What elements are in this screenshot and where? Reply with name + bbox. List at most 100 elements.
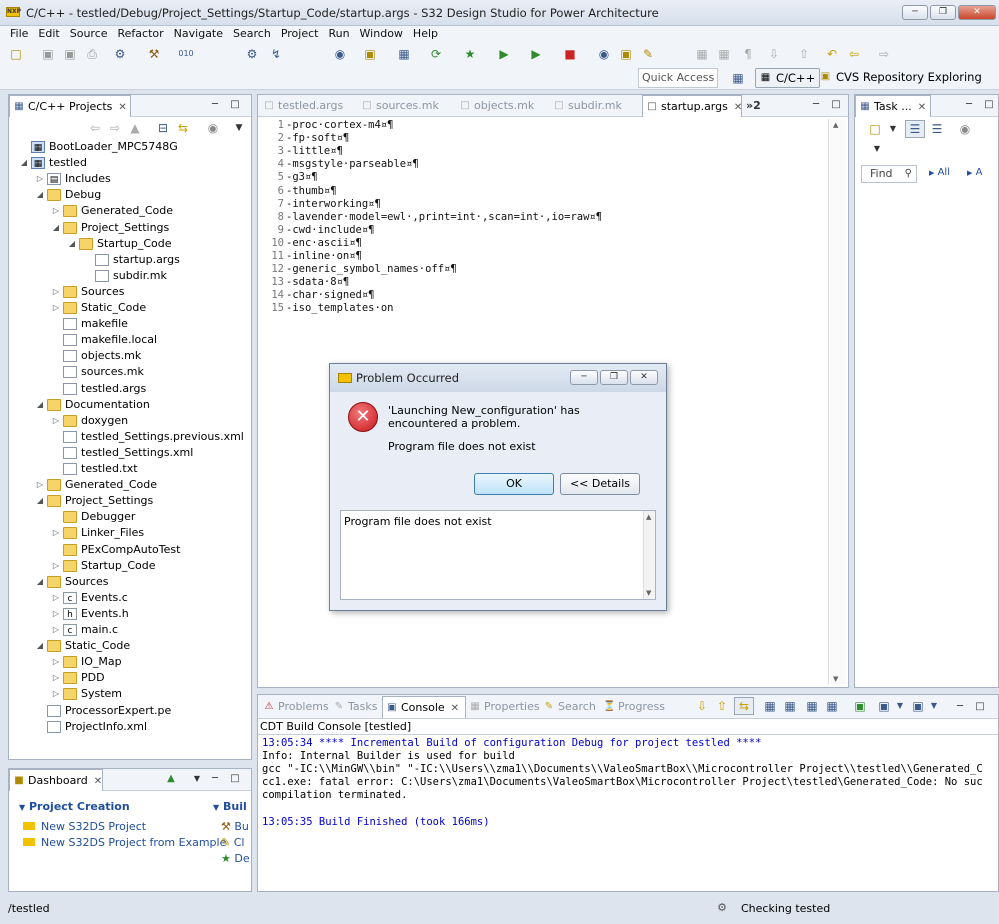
show-whitespace-icon[interactable]: ¶ xyxy=(740,46,756,62)
save-icon[interactable]: ▣ xyxy=(40,46,56,62)
collapsed-arrow-icon[interactable]: ▷ xyxy=(51,413,61,429)
tab-search[interactable]: ✎ Search xyxy=(540,696,600,718)
expanded-arrow-icon[interactable]: ◢ xyxy=(67,236,77,252)
pin-console-icon[interactable]: ▣ xyxy=(876,698,892,714)
all-link[interactable]: ▶ All xyxy=(929,167,950,178)
expanded-arrow-icon[interactable]: ◢ xyxy=(35,638,45,654)
back-icon[interactable]: ⇦ xyxy=(846,46,862,62)
collapsed-arrow-icon[interactable]: ▷ xyxy=(51,622,61,638)
menu-search[interactable]: Search xyxy=(228,26,276,41)
debug-bug-icon[interactable]: ★ xyxy=(462,46,478,62)
dialog-close-button[interactable]: ✕ xyxy=(630,370,658,385)
expanded-arrow-icon[interactable]: ◢ xyxy=(19,155,29,171)
tab-console[interactable]: ▣ Console ✕ xyxy=(382,696,466,718)
details-scroll-down-icon[interactable]: ▼ xyxy=(646,589,651,597)
categorized-icon[interactable]: ☰ xyxy=(905,120,925,138)
collapse-all-icon[interactable]: ⊟ xyxy=(155,120,171,136)
quick-access-input[interactable]: Quick Access xyxy=(638,68,718,88)
maximize-view-icon[interactable]: □ xyxy=(229,99,241,111)
open-console-icon[interactable]: ▣ xyxy=(910,698,926,714)
dashboard-menu-icon[interactable]: ▼ xyxy=(191,773,203,785)
tab-problems[interactable]: ⚠ Problems xyxy=(260,696,330,718)
open-folder-icon[interactable]: ▣ xyxy=(618,46,634,62)
build-config-icon[interactable]: ⚙ xyxy=(112,46,128,62)
build-link[interactable]: ⚒ Bu xyxy=(221,820,249,833)
details-scrollbar[interactable]: ▲ ▼ xyxy=(643,511,655,599)
minimize-console-icon[interactable]: ─ xyxy=(954,701,966,713)
dialog-restore-button[interactable]: ❐ xyxy=(600,370,628,385)
new-task-icon[interactable]: □ xyxy=(867,121,883,137)
forward-nav-icon[interactable]: ⇨ xyxy=(107,120,123,136)
collapsed-arrow-icon[interactable]: ▷ xyxy=(51,300,61,316)
console-clear-icon[interactable]: ▦ xyxy=(824,698,840,714)
filters-icon[interactable]: ◉ xyxy=(205,120,221,136)
minimize-button[interactable]: ─ xyxy=(902,5,928,20)
editor-scrollbar[interactable]: ▲ ▼ xyxy=(828,119,846,685)
collapsed-arrow-icon[interactable]: ▷ xyxy=(51,686,61,702)
close-console-tab-icon[interactable]: ✕ xyxy=(451,703,459,714)
expanded-arrow-icon[interactable]: ◢ xyxy=(35,574,45,590)
tab-tasks[interactable]: ✎ Tasks xyxy=(330,696,382,718)
progress-status-icon[interactable]: ⚙ xyxy=(715,901,729,915)
target-icon[interactable]: ◉ xyxy=(332,46,348,62)
collapsed-arrow-icon[interactable]: ▷ xyxy=(51,606,61,622)
console-output[interactable]: 13:05:34 **** Incremental Build of confi… xyxy=(258,735,998,885)
tab-dashboard[interactable]: ■ Dashboard ✕ xyxy=(9,769,103,791)
tab-properties[interactable]: ▦ Properties xyxy=(466,696,539,718)
external-tools-icon[interactable]: ■ xyxy=(562,46,578,62)
perspective-cpp[interactable]: ▦ C/C++ xyxy=(755,68,821,88)
perspective-cvs[interactable]: ▣ CVS Repository Exploring xyxy=(816,68,986,88)
details-scroll-up-icon[interactable]: ▲ xyxy=(646,513,651,521)
menu-run[interactable]: Run xyxy=(323,26,354,41)
clean-link[interactable]: ✎ Cl xyxy=(221,836,244,849)
link-editor-icon[interactable]: ⇆ xyxy=(175,120,191,136)
menu-refactor[interactable]: Refactor xyxy=(113,26,169,41)
ok-button[interactable]: OK xyxy=(474,473,554,495)
collapsed-arrow-icon[interactable]: ▷ xyxy=(35,477,45,493)
tab-startup-args[interactable]: □ startup.args ✕ xyxy=(642,95,742,117)
import-icon[interactable]: ↯ xyxy=(268,46,284,62)
build-section-header[interactable]: ▼ Buil xyxy=(213,800,247,813)
minimize-editor-icon[interactable]: ─ xyxy=(810,99,822,111)
scheduled-icon[interactable]: ☰ xyxy=(929,121,945,137)
collapsed-arrow-icon[interactable]: ▷ xyxy=(51,654,61,670)
expanded-arrow-icon[interactable]: ◢ xyxy=(35,187,45,203)
toggle-block-icon[interactable]: ▦ xyxy=(716,46,732,62)
forward-icon[interactable]: ⇨ xyxy=(876,46,892,62)
print-icon[interactable]: ⎙ xyxy=(84,46,100,62)
display-console-icon[interactable]: ▣ xyxy=(852,698,868,714)
maximize-dashboard-icon[interactable]: □ xyxy=(229,773,241,785)
pencil-icon[interactable]: ✎ xyxy=(640,46,656,62)
up-nav-icon[interactable]: ▲ xyxy=(127,120,143,136)
menu-window[interactable]: Window xyxy=(355,26,408,41)
minimize-task-icon[interactable]: ─ xyxy=(963,99,975,111)
scroll-lock-down-icon[interactable]: ⇩ xyxy=(694,698,710,714)
prev-annotation-icon[interactable]: ⇧ xyxy=(796,46,812,62)
collapsed-arrow-icon[interactable]: ▷ xyxy=(51,284,61,300)
maximize-task-icon[interactable]: □ xyxy=(983,99,995,111)
collapsed-arrow-icon[interactable]: ▷ xyxy=(51,558,61,574)
search-toolbar-icon[interactable]: ◉ xyxy=(596,46,612,62)
new-icon[interactable]: □ xyxy=(8,46,24,62)
menu-project[interactable]: Project xyxy=(276,26,324,41)
tab-sources-mk[interactable]: □ sources.mk xyxy=(358,95,452,117)
minimize-view-icon[interactable]: ─ xyxy=(209,99,221,111)
activate-link[interactable]: ▶ A xyxy=(967,167,982,178)
dialog-minimize-button[interactable]: ─ xyxy=(570,370,598,385)
run-config-icon[interactable]: ▶ xyxy=(528,46,544,62)
pin-menu-icon[interactable]: ▼ xyxy=(892,698,908,714)
close-task-tab-icon[interactable]: ✕ xyxy=(918,102,926,113)
details-button[interactable]: << Details xyxy=(560,473,640,495)
find-input[interactable]: Find ⚲ xyxy=(861,165,917,183)
close-editor-tab-icon[interactable]: ✕ xyxy=(734,102,742,113)
new-s32ds-project-link[interactable]: New S32DS Project xyxy=(23,820,146,833)
minimize-dashboard-icon[interactable]: ─ xyxy=(209,773,221,785)
expanded-arrow-icon[interactable]: ◢ xyxy=(51,220,61,236)
restore-button[interactable]: ❐ xyxy=(930,5,956,20)
new-class-icon[interactable]: ▦ xyxy=(396,46,412,62)
close-button[interactable]: ✕ xyxy=(958,5,996,20)
save-all-icon[interactable]: ▣ xyxy=(62,46,78,62)
scroll-down-icon[interactable]: ▼ xyxy=(833,675,838,683)
menu-navigate[interactable]: Navigate xyxy=(169,26,228,41)
open-console-menu-icon[interactable]: ▼ xyxy=(926,698,942,714)
